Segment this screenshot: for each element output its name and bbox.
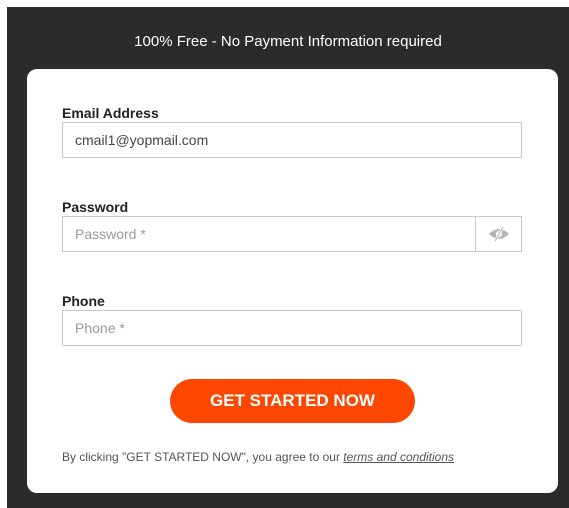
email-field[interactable] [62,122,522,158]
eye-slash-icon [489,226,509,242]
terms-link[interactable]: terms and conditions [343,450,454,464]
terms-prefix-text: By clicking "GET STARTED NOW", you agree… [62,450,344,464]
terms-notice: By clicking "GET STARTED NOW", you agree… [62,450,454,464]
signup-panel: 100% Free - No Payment Information requi… [7,7,569,508]
email-label: Email Address [62,105,159,121]
signup-card: Email Address Password Phone GET STARTED… [27,69,558,493]
password-label: Password [62,199,129,215]
free-banner: 100% Free - No Payment Information requi… [134,33,442,50]
phone-label: Phone [62,293,105,309]
password-visibility-toggle[interactable] [475,216,522,252]
password-field[interactable] [62,216,522,252]
get-started-button[interactable]: GET STARTED NOW [170,379,415,423]
phone-field[interactable] [62,310,522,346]
